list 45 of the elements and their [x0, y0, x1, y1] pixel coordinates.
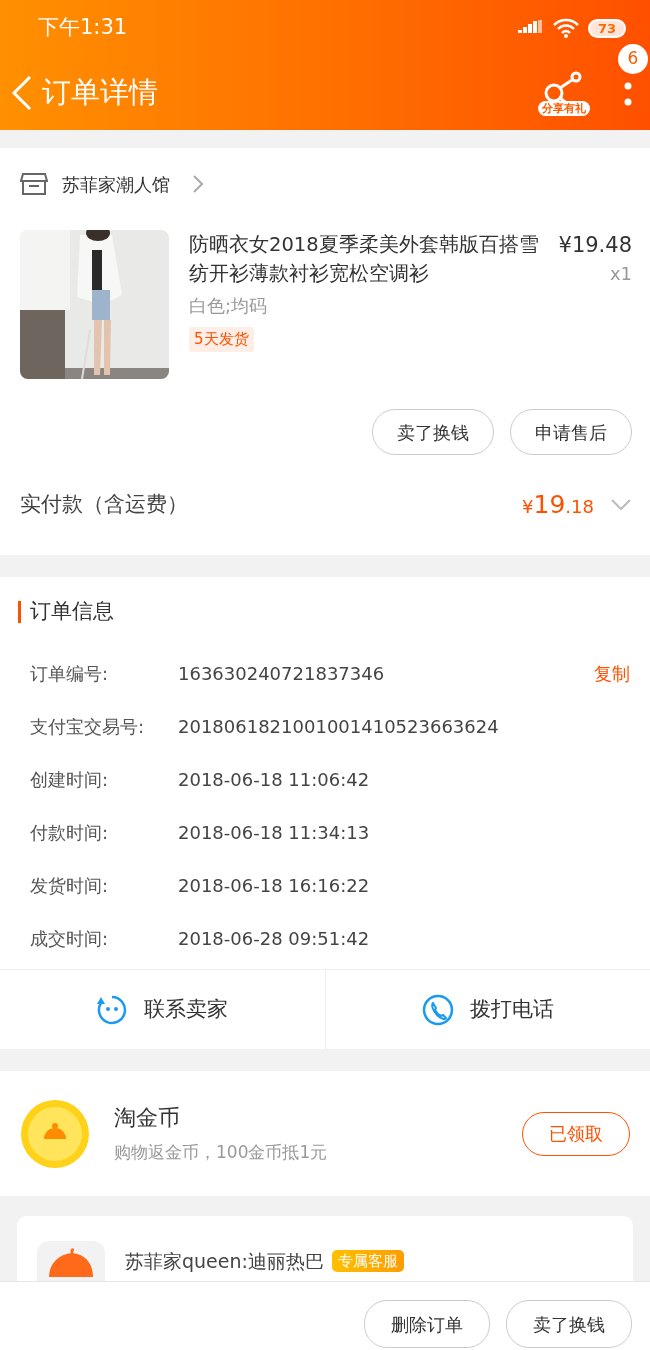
payment-amount: ¥19.18: [522, 489, 594, 522]
sender-name: 苏菲家queen:迪丽热巴: [125, 1248, 324, 1274]
shipping-tag: 5天发货: [189, 327, 254, 352]
phone-icon: [421, 993, 454, 1026]
contact-button[interactable]: 拨打电话: [324, 970, 650, 1049]
info-label: 发货时间:: [30, 874, 110, 898]
coins-title: 淘金币: [114, 1104, 181, 1133]
item-action-button[interactable]: 申请售后: [510, 409, 632, 455]
shop-name[interactable]: 苏菲家潮人馆: [62, 170, 170, 198]
product-title[interactable]: 防晒衣女2018夏季柔美外套韩版百搭雪纺开衫薄款衬衫宽松空调衫: [189, 230, 544, 288]
order-action-button[interactable]: 删除订单: [364, 1300, 490, 1348]
notification-badge: 6: [618, 44, 648, 74]
chevron-right-icon[interactable]: [192, 174, 204, 194]
page-title: 订单详情: [42, 74, 158, 112]
service-tag: 专属客服: [331, 1249, 404, 1273]
section-title: 订单信息: [30, 598, 114, 626]
product-quantity: x1: [608, 262, 632, 286]
info-label: 支付宝交易号:: [30, 715, 146, 739]
item-action-button[interactable]: 卖了换钱: [372, 409, 494, 455]
chat-face-icon: [96, 993, 129, 1026]
info-value: 163630240721837346: [178, 662, 385, 686]
contact-button[interactable]: 联系卖家: [0, 970, 325, 1049]
payment-label: 实付款（含运费）: [20, 491, 188, 519]
info-value: 2018-06-18 16:16:22: [178, 874, 370, 898]
store-icon: [20, 172, 48, 196]
coin-icon: [20, 1098, 90, 1169]
coins-subtitle: 购物返金币，100金币抵1元: [114, 1141, 328, 1165]
info-value: 2018-06-18 11:06:42: [178, 768, 370, 792]
info-value: 2018-06-28 09:51:42: [178, 927, 370, 951]
info-label: 创建时间:: [30, 768, 110, 792]
info-label: 付款时间:: [30, 821, 110, 845]
chevron-down-icon[interactable]: [610, 498, 632, 512]
order-action-button[interactable]: 卖了换钱: [506, 1300, 632, 1348]
wifi-icon: [551, 18, 580, 38]
info-value: 2018-06-18 11:34:13: [178, 821, 370, 845]
battery-indicator: 73: [587, 18, 626, 38]
status-time: 下午1:31: [38, 14, 128, 42]
info-label: 成交时间:: [30, 927, 110, 951]
back-icon[interactable]: [10, 75, 34, 111]
product-price: ¥19.48: [558, 232, 632, 259]
info-label: 订单编号:: [30, 662, 110, 686]
product-sku: 白色;均码: [189, 294, 269, 318]
info-value: 2018061821001001410523663624: [178, 715, 499, 739]
title-accent: [18, 601, 21, 623]
signal-icon: [517, 20, 544, 36]
